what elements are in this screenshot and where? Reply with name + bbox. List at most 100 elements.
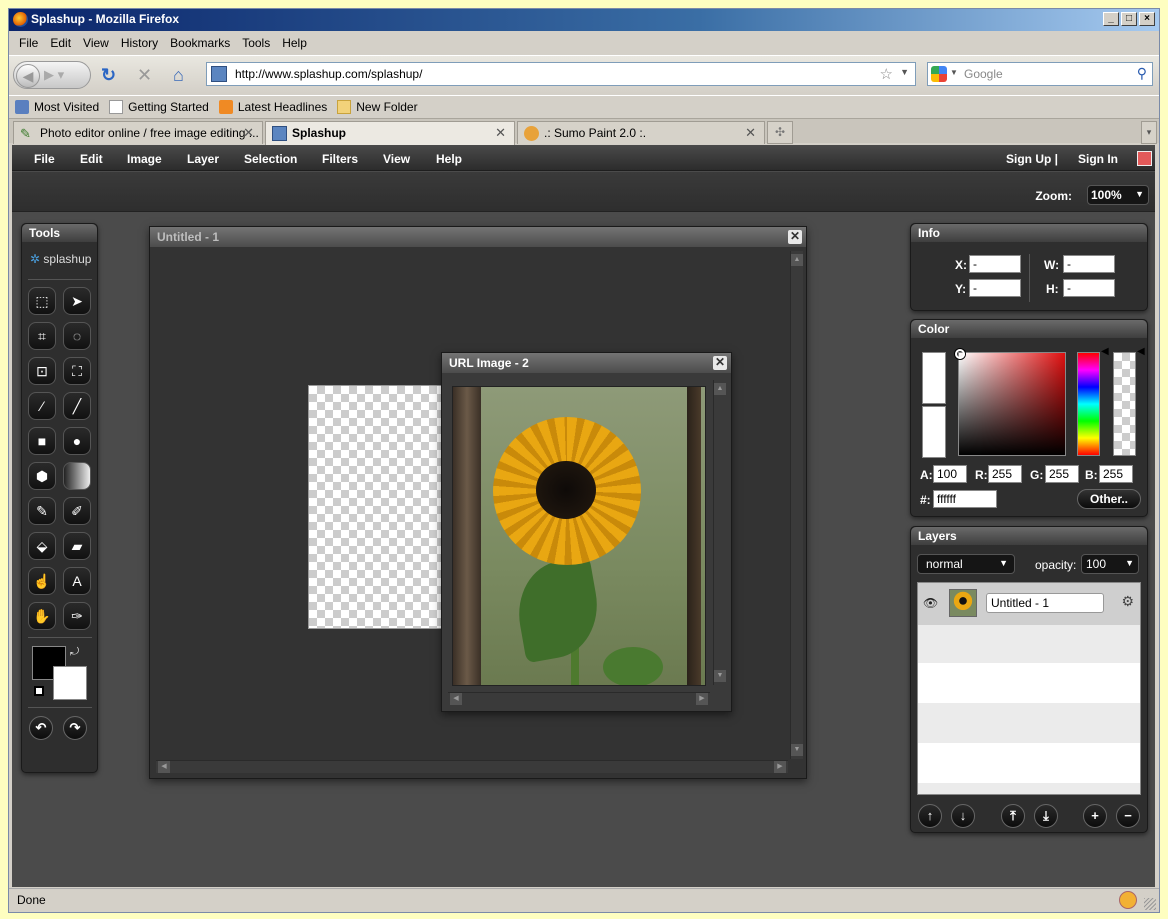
addon-status-icon[interactable]: [1119, 891, 1137, 909]
eraser-tool-icon[interactable]: ▰: [63, 532, 91, 560]
opacity-select[interactable]: 100 ▼: [1081, 554, 1139, 574]
back-icon[interactable]: ◀: [16, 64, 40, 88]
close-icon[interactable]: ✕: [788, 230, 802, 244]
resize-grip[interactable]: [1144, 898, 1156, 910]
app-menu-filters[interactable]: Filters: [322, 152, 358, 166]
tab-splashup[interactable]: Splashup ✕: [265, 121, 515, 145]
smudge-tool-icon[interactable]: ☝: [28, 567, 56, 595]
layer-row[interactable]: 👁 Untitled - 1 ⚙: [918, 583, 1140, 625]
rect-select-tool-icon[interactable]: ⬚: [28, 287, 56, 315]
menu-help[interactable]: Help: [282, 33, 315, 53]
tab-photo-editor[interactable]: ✎ Photo editor online / free image editi…: [13, 121, 263, 144]
scroll-right-icon[interactable]: ▶: [774, 761, 786, 773]
polygon-tool-icon[interactable]: ⬢: [28, 462, 56, 490]
hue-slider[interactable]: [1077, 352, 1100, 456]
document-horizontal-scrollbar[interactable]: ◀ ▶: [156, 760, 788, 773]
hex-field[interactable]: ffffff: [933, 490, 997, 508]
list-all-tabs-button[interactable]: ▾: [1141, 121, 1157, 144]
tab-close-icon[interactable]: ✕: [745, 125, 756, 141]
app-menu-view[interactable]: View: [383, 152, 410, 166]
bookmark-star-icon[interactable]: ☆: [880, 65, 893, 83]
stop-icon[interactable]: ✕: [137, 65, 152, 85]
app-menu-selection[interactable]: Selection: [244, 152, 297, 166]
scroll-down-icon[interactable]: ▼: [714, 670, 726, 682]
free-transform-tool-icon[interactable]: ⛶: [63, 357, 91, 385]
url-image-vertical-scrollbar[interactable]: ▲ ▼: [713, 380, 726, 685]
fill-bucket-tool-icon[interactable]: ⬙: [28, 532, 56, 560]
blend-mode-select[interactable]: normal ▼: [917, 554, 1015, 574]
alpha-slider-handle-icon[interactable]: ◀: [1137, 346, 1145, 357]
tab-close-icon[interactable]: ✕: [495, 125, 506, 141]
eye-icon[interactable]: 👁: [923, 596, 938, 610]
close-icon[interactable]: ✕: [713, 356, 727, 370]
document-vertical-scrollbar[interactable]: ▲ ▼: [790, 251, 803, 759]
search-input[interactable]: ▼ Google ⚲: [927, 62, 1153, 86]
account-color-swatch[interactable]: [1137, 151, 1152, 166]
r-field[interactable]: 255: [988, 465, 1022, 483]
text-tool-icon[interactable]: A: [63, 567, 91, 595]
current-color-swatch[interactable]: [922, 352, 946, 404]
reload-icon[interactable]: ↻: [101, 65, 116, 85]
close-button[interactable]: ×: [1139, 12, 1155, 26]
g-field[interactable]: 255: [1045, 465, 1079, 483]
hue-slider-handle-icon[interactable]: ◀: [1101, 346, 1109, 357]
ellipse-tool-icon[interactable]: ●: [63, 427, 91, 455]
brush-tool-icon[interactable]: ⁄: [28, 392, 56, 420]
lasso-tool-icon[interactable]: ◌: [63, 322, 91, 350]
move-layer-bottom-icon[interactable]: ⤓: [1034, 804, 1058, 828]
transparent-canvas[interactable]: [308, 385, 444, 629]
app-menu-help[interactable]: Help: [436, 152, 462, 166]
eyedropper-tool-icon[interactable]: ✑: [63, 602, 91, 630]
crop-tool-icon[interactable]: ⌗: [28, 322, 56, 350]
layer-name-field[interactable]: Untitled - 1: [986, 593, 1104, 613]
search-engine-icon[interactable]: [931, 66, 947, 82]
bookmark-getting-started[interactable]: Getting Started: [109, 96, 209, 117]
sign-up-link[interactable]: Sign Up |: [1006, 152, 1058, 166]
bookmark-most-visited[interactable]: Most Visited: [15, 96, 99, 117]
new-tab-button[interactable]: ✣: [767, 121, 793, 144]
scroll-left-icon[interactable]: ◀: [158, 761, 170, 773]
menu-tools[interactable]: Tools: [242, 33, 278, 53]
menu-history[interactable]: History: [121, 33, 166, 53]
home-icon[interactable]: ⌂: [173, 65, 184, 85]
scroll-left-icon[interactable]: ◀: [450, 693, 462, 705]
sign-in-link[interactable]: Sign In: [1078, 152, 1118, 166]
redo-icon[interactable]: ↷: [63, 716, 87, 740]
search-icon[interactable]: ⚲: [1137, 65, 1147, 82]
background-color-swatch[interactable]: [53, 666, 87, 700]
sunflower-image[interactable]: [452, 386, 706, 686]
rectangle-tool-icon[interactable]: ■: [28, 427, 56, 455]
move-layer-top-icon[interactable]: ⤒: [1001, 804, 1025, 828]
url-input[interactable]: http://www.splashup.com/splashup/ ☆ ▼: [206, 62, 916, 86]
delete-layer-icon[interactable]: −: [1116, 804, 1140, 828]
move-tool-icon[interactable]: ➤: [63, 287, 91, 315]
scroll-down-icon[interactable]: ▼: [791, 744, 803, 756]
url-image-horizontal-scrollbar[interactable]: ◀ ▶: [448, 692, 710, 705]
other-colors-button[interactable]: Other..: [1077, 489, 1141, 509]
move-layer-down-icon[interactable]: ↓: [951, 804, 975, 828]
menu-edit[interactable]: Edit: [50, 33, 79, 53]
bookmark-new-folder[interactable]: New Folder: [337, 96, 418, 117]
line-tool-icon[interactable]: ╱: [63, 392, 91, 420]
paintbrush-tool-icon[interactable]: ✐: [63, 497, 91, 525]
document-title[interactable]: URL Image - 2: [442, 353, 731, 373]
scroll-up-icon[interactable]: ▲: [791, 254, 803, 266]
gradient-tool-icon[interactable]: [63, 462, 91, 490]
picker-cursor[interactable]: [955, 349, 965, 359]
menu-view[interactable]: View: [83, 33, 117, 53]
url-dropdown-icon[interactable]: ▼: [900, 67, 909, 77]
minimize-button[interactable]: _: [1103, 12, 1119, 26]
menu-file[interactable]: File: [19, 33, 46, 53]
document-title[interactable]: Untitled - 1: [150, 227, 806, 247]
scroll-right-icon[interactable]: ▶: [696, 693, 708, 705]
undo-icon[interactable]: ↶: [29, 716, 53, 740]
previous-color-swatch[interactable]: [922, 406, 946, 458]
app-menu-file[interactable]: File: [34, 152, 55, 166]
search-engine-dropdown-icon[interactable]: ▼: [950, 68, 958, 77]
app-menu-layer[interactable]: Layer: [187, 152, 219, 166]
transform-tool-icon[interactable]: ⊡: [28, 357, 56, 385]
bookmark-latest-headlines[interactable]: Latest Headlines: [218, 96, 327, 117]
add-layer-icon[interactable]: +: [1083, 804, 1107, 828]
app-menu-edit[interactable]: Edit: [80, 152, 103, 166]
default-colors-icon[interactable]: [34, 686, 44, 696]
